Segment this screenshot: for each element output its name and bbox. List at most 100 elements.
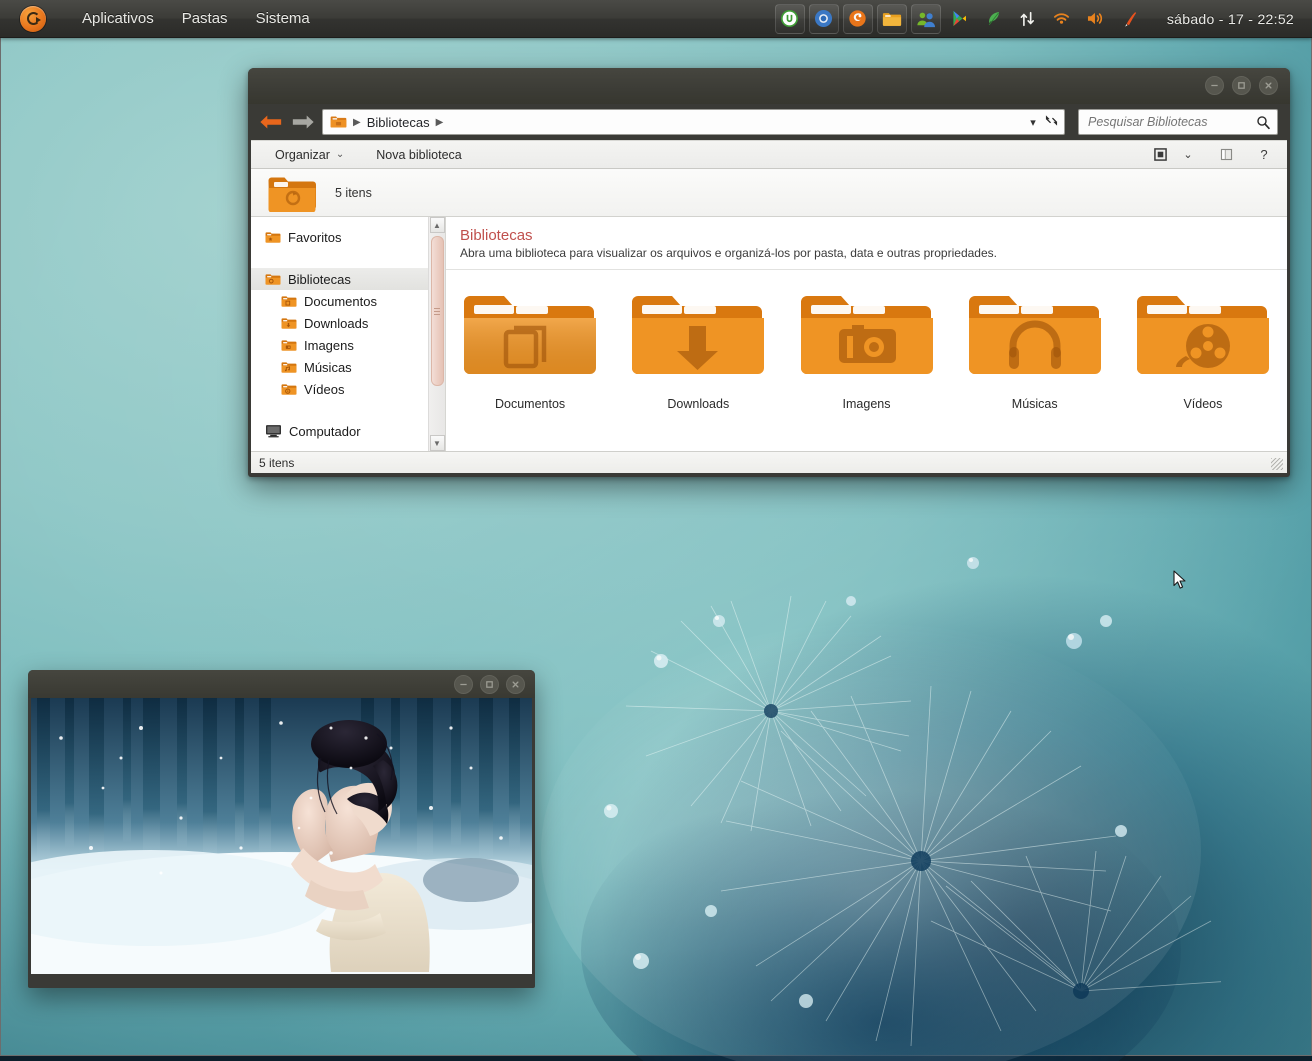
chrome-icon[interactable] bbox=[809, 4, 839, 34]
sidebar-item-musicas[interactable]: Músicas bbox=[251, 356, 445, 378]
address-bar[interactable]: ▶ Bibliotecas ▶ ▾ bbox=[322, 109, 1065, 135]
explorer-toolbar: Organizar ⌄ Nova biblioteca ⌄ ? bbox=[251, 140, 1287, 169]
maximize-button[interactable] bbox=[1232, 76, 1251, 95]
layout-icon[interactable] bbox=[1213, 144, 1239, 165]
view-chevron-down-icon[interactable]: ⌄ bbox=[1175, 144, 1201, 165]
computer-icon bbox=[265, 424, 282, 438]
library-item-downloads[interactable]: Downloads bbox=[614, 284, 782, 411]
chevron-down-icon: ⌄ bbox=[336, 149, 344, 160]
downloads-folder-icon bbox=[281, 317, 297, 330]
image-viewer-window bbox=[28, 670, 535, 988]
pen-icon[interactable] bbox=[1115, 4, 1145, 34]
minimize-button[interactable] bbox=[454, 675, 473, 694]
sidebar-scrollbar[interactable]: ▲ ▼ bbox=[428, 217, 445, 451]
library-item-documentos[interactable]: Documentos bbox=[446, 284, 614, 411]
back-button[interactable] bbox=[258, 111, 284, 133]
menu-sistema[interactable]: Sistema bbox=[244, 5, 322, 32]
breadcrumb-separator-2[interactable]: ▶ bbox=[436, 117, 444, 128]
resize-grip[interactable] bbox=[1271, 458, 1283, 470]
library-item-videos[interactable]: Vídeos bbox=[1119, 284, 1287, 411]
scrollbar-thumb[interactable] bbox=[431, 236, 444, 386]
new-library-button[interactable]: Nova biblioteca bbox=[368, 145, 469, 165]
panel-clock[interactable]: sábado - 17 - 22:52 bbox=[1157, 6, 1308, 32]
dandelion-wallpaper-art bbox=[521, 521, 1221, 1061]
firefox-icon[interactable] bbox=[843, 4, 873, 34]
system-tray: sábado - 17 - 22:52 bbox=[773, 0, 1312, 38]
videos-library-icon bbox=[1129, 284, 1277, 388]
page-title: Bibliotecas bbox=[460, 227, 1287, 244]
sidebar-item-favoritos[interactable]: Favoritos bbox=[251, 226, 445, 248]
minimize-button[interactable] bbox=[1205, 76, 1224, 95]
explorer-statusbar: 5 itens bbox=[251, 451, 1287, 473]
search-icon[interactable] bbox=[1256, 115, 1271, 130]
refresh-icon[interactable] bbox=[1042, 114, 1060, 130]
search-input[interactable] bbox=[1088, 115, 1256, 129]
help-icon[interactable]: ? bbox=[1251, 144, 1277, 165]
contacts-icon[interactable] bbox=[911, 4, 941, 34]
explorer-titlebar[interactable] bbox=[248, 68, 1290, 104]
sidebar-label: Bibliotecas bbox=[288, 272, 351, 287]
libraries-grid: Documentos Downloads bbox=[446, 270, 1287, 451]
sidebar-label: Computador bbox=[289, 424, 361, 439]
winter-girl-photo bbox=[31, 698, 532, 974]
libraries-folder-icon bbox=[265, 273, 281, 286]
organize-button[interactable]: Organizar ⌄ bbox=[267, 145, 352, 165]
close-button[interactable] bbox=[506, 675, 525, 694]
breadcrumb-current[interactable]: Bibliotecas bbox=[367, 115, 430, 130]
viewer-titlebar[interactable] bbox=[28, 670, 535, 698]
viewer-image-area[interactable] bbox=[31, 698, 532, 974]
sidebar-label: Favoritos bbox=[288, 230, 341, 245]
sidebar-item-downloads[interactable]: Downloads bbox=[251, 312, 445, 334]
sidebar-label: Vídeos bbox=[304, 382, 344, 397]
google-play-icon[interactable] bbox=[945, 4, 975, 34]
sidebar-label: Downloads bbox=[304, 316, 368, 331]
wifi-icon[interactable] bbox=[1047, 4, 1077, 34]
libraries-header: Bibliotecas Abra uma biblioteca para vis… bbox=[446, 217, 1287, 270]
library-label: Downloads bbox=[667, 397, 729, 411]
panel-menubar: Aplicativos Pastas Sistema bbox=[70, 5, 322, 32]
library-item-musicas[interactable]: Músicas bbox=[951, 284, 1119, 411]
library-label: Imagens bbox=[843, 397, 891, 411]
menu-pastas[interactable]: Pastas bbox=[170, 5, 240, 32]
folder-icon[interactable] bbox=[877, 4, 907, 34]
library-item-imagens[interactable]: Imagens bbox=[782, 284, 950, 411]
navigation-sidebar: Favoritos Bibliotecas bbox=[251, 217, 446, 451]
library-label: Músicas bbox=[1012, 397, 1058, 411]
favorites-folder-icon bbox=[265, 231, 281, 244]
page-subtitle: Abra uma biblioteca para visualizar os a… bbox=[460, 246, 1287, 260]
status-text: 5 itens bbox=[259, 456, 294, 470]
sidebar-label: Documentos bbox=[304, 294, 377, 309]
ubuntu-logo-icon[interactable] bbox=[20, 6, 46, 32]
scroll-up-arrow-icon[interactable]: ▲ bbox=[430, 217, 445, 233]
documents-library-icon bbox=[456, 284, 604, 388]
sidebar-label: Imagens bbox=[304, 338, 354, 353]
maximize-button[interactable] bbox=[480, 675, 499, 694]
scroll-down-arrow-icon[interactable]: ▼ bbox=[430, 435, 445, 451]
menu-aplicativos[interactable]: Aplicativos bbox=[70, 5, 166, 32]
videos-folder-icon bbox=[281, 383, 297, 396]
header-item-count: 5 itens bbox=[335, 186, 372, 200]
library-folder-icon bbox=[330, 115, 347, 129]
sidebar-item-videos[interactable]: Vídeos bbox=[251, 378, 445, 400]
sidebar-item-bibliotecas[interactable]: Bibliotecas bbox=[251, 268, 445, 290]
feather-icon[interactable] bbox=[979, 4, 1009, 34]
preview-pane-icon[interactable] bbox=[1147, 144, 1173, 165]
close-button[interactable] bbox=[1259, 76, 1278, 95]
sidebar-item-computador[interactable]: Computador bbox=[251, 420, 445, 442]
explorer-navigation-row: ▶ Bibliotecas ▶ ▾ bbox=[248, 104, 1290, 140]
utorrent-icon[interactable] bbox=[775, 4, 805, 34]
address-dropdown-icon[interactable]: ▾ bbox=[1024, 116, 1042, 129]
pictures-folder-icon bbox=[281, 339, 297, 352]
library-label: Documentos bbox=[495, 397, 565, 411]
toolbar-right-group: ⌄ ? bbox=[1147, 144, 1277, 165]
search-box[interactable] bbox=[1078, 109, 1278, 135]
sidebar-item-documentos[interactable]: Documentos bbox=[251, 290, 445, 312]
pictures-library-icon bbox=[793, 284, 941, 388]
network-icon[interactable] bbox=[1013, 4, 1043, 34]
sidebar-item-imagens[interactable]: Imagens bbox=[251, 334, 445, 356]
explorer-header-strip: 5 itens bbox=[251, 169, 1287, 217]
music-library-icon bbox=[961, 284, 1109, 388]
volume-icon[interactable] bbox=[1081, 4, 1111, 34]
forward-button[interactable] bbox=[290, 111, 316, 133]
viewer-window-controls bbox=[454, 675, 525, 694]
